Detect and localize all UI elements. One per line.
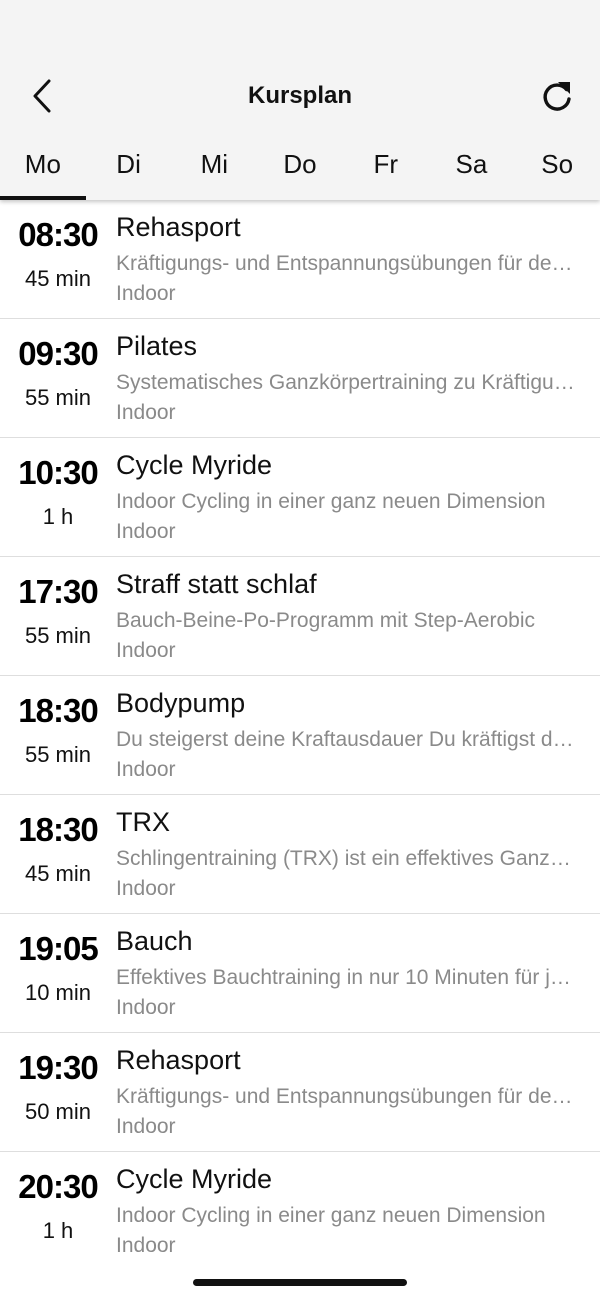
tab-do[interactable]: Do [257, 130, 343, 200]
course-row[interactable]: 08:30 45 min Rehasport Kräftigungs- und … [0, 200, 600, 319]
course-location: Indoor [116, 877, 176, 900]
course-time: 19:05 [18, 930, 98, 967]
course-duration: 55 min [24, 742, 92, 767]
course-description: Indoor Cycling in einer ganz neuen Dimen… [116, 1204, 546, 1227]
course-location: Indoor [116, 401, 176, 424]
course-name: Rehasport [116, 1045, 241, 1075]
app-header: Kursplan Mo Di Mi Do Fr Sa So [0, 0, 600, 200]
course-name: Rehasport [116, 212, 241, 242]
course-duration: 50 min [24, 1099, 92, 1124]
course-duration: 1 h [42, 1218, 74, 1243]
course-duration: 55 min [24, 623, 92, 648]
tab-di[interactable]: Di [86, 130, 172, 200]
course-name: Pilates [116, 331, 198, 361]
course-duration: 45 min [24, 266, 92, 291]
course-time: 18:30 [18, 811, 98, 848]
course-row[interactable]: 09:30 55 min Pilates Systematisches Ganz… [0, 319, 600, 438]
course-time: 19:30 [18, 1049, 98, 1086]
course-location: Indoor [116, 282, 176, 305]
course-list: 08:30 45 min Rehasport Kräftigungs- und … [0, 200, 600, 1260]
course-description: Kräftigungs- und Entspannungsübungen für… [116, 252, 578, 275]
page-title: Kursplan [247, 82, 352, 109]
weekday-tabs: Mo Di Mi Do Fr Sa So [0, 130, 600, 200]
course-time: 18:30 [18, 692, 98, 729]
tab-sa[interactable]: Sa [429, 130, 515, 200]
course-time: 17:30 [18, 573, 98, 610]
course-description: Effektives Bauchtraining in nur 10 Minut… [116, 966, 578, 989]
course-name: Straff statt schlaf [116, 569, 317, 599]
course-location: Indoor [116, 639, 176, 662]
course-duration: 55 min [24, 385, 92, 410]
course-description: Systematisches Ganzkörpertraining zu Krä… [116, 371, 578, 394]
course-name: Bodypump [116, 688, 246, 718]
course-description: Kräftigungs- und Entspannungsübungen für… [116, 1085, 578, 1108]
refresh-icon [543, 82, 571, 111]
tab-mi[interactable]: Mi [171, 130, 257, 200]
course-row[interactable]: 18:30 45 min TRX Schlingentraining (TRX)… [0, 795, 600, 914]
course-row[interactable]: 19:30 50 min Rehasport Kräftigungs- und … [0, 1033, 600, 1152]
course-time: 10:30 [18, 454, 98, 491]
course-time: 09:30 [18, 335, 98, 372]
refresh-button[interactable] [534, 74, 580, 120]
course-row[interactable]: 19:05 10 min Bauch Effektives Bauchtrain… [0, 914, 600, 1033]
course-row[interactable]: 17:30 55 min Straff statt schlaf Bauch-B… [0, 557, 600, 676]
course-row[interactable]: 18:30 55 min Bodypump Du steigerst deine… [0, 676, 600, 795]
course-location: Indoor [116, 996, 176, 1019]
course-description: Schlingentraining (TRX) ist ein effektiv… [116, 847, 578, 870]
course-duration: 1 h [42, 504, 74, 529]
course-row[interactable]: 10:30 1 h Cycle Myride Indoor Cycling in… [0, 438, 600, 557]
course-description: Bauch-Beine-Po-Programm mit Step-Aerobic [116, 609, 535, 632]
chevron-left-icon [33, 79, 51, 113]
back-button[interactable] [22, 74, 62, 118]
course-name: Cycle Myride [116, 1164, 273, 1194]
course-location: Indoor [116, 1115, 176, 1138]
course-description: Indoor Cycling in einer ganz neuen Dimen… [116, 490, 546, 513]
home-indicator[interactable] [193, 1279, 407, 1286]
course-time: 08:30 [18, 216, 98, 253]
tab-fr[interactable]: Fr [343, 130, 429, 200]
course-time: 20:30 [18, 1168, 98, 1205]
course-location: Indoor [116, 1234, 176, 1257]
course-location: Indoor [116, 758, 176, 781]
tab-so[interactable]: So [514, 130, 600, 200]
course-name: Bauch [116, 926, 193, 956]
course-location: Indoor [116, 520, 176, 543]
course-name: Cycle Myride [116, 450, 273, 480]
course-duration: 10 min [24, 980, 92, 1005]
course-description: Du steigerst deine Kraftausdauer Du kräf… [116, 728, 578, 751]
course-duration: 45 min [24, 861, 92, 886]
course-row[interactable]: 20:30 1 h Cycle Myride Indoor Cycling in… [0, 1152, 600, 1260]
course-name: TRX [116, 807, 170, 837]
tab-mo[interactable]: Mo [0, 130, 86, 200]
